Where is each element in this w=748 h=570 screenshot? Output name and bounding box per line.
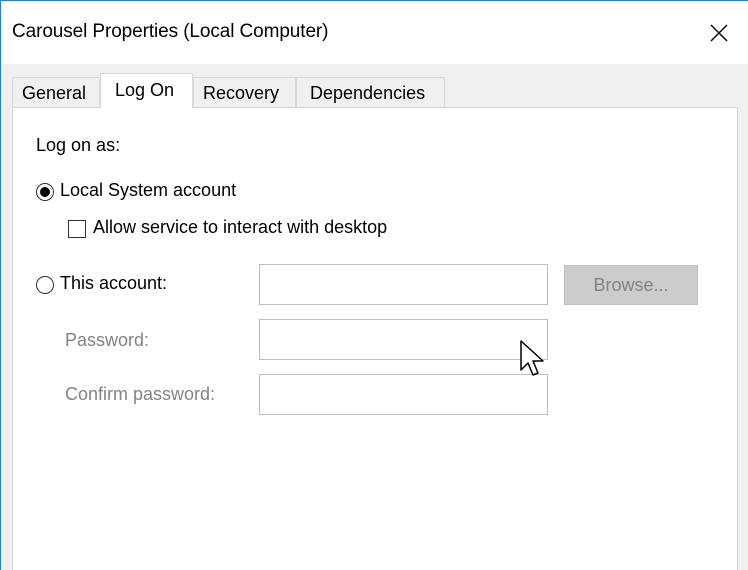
radio-selected-dot	[40, 187, 50, 197]
password-input[interactable]	[259, 319, 548, 360]
local-system-radio[interactable]	[36, 183, 54, 201]
tab-recovery-label: Recovery	[203, 83, 280, 103]
title-bar: Carousel Properties (Local Computer)	[1, 1, 748, 64]
local-system-label[interactable]: Local System account	[60, 180, 236, 201]
log-on-as-label: Log on as:	[36, 135, 121, 155]
tab-dependencies-label: Dependencies	[310, 83, 426, 103]
properties-dialog: Carousel Properties (Local Computer) Gen…	[0, 0, 748, 570]
tab-recovery[interactable]: Recovery	[193, 77, 296, 107]
tab-general[interactable]: General	[12, 77, 100, 107]
account-input[interactable]	[259, 264, 548, 305]
password-label: Password:	[65, 330, 150, 350]
close-icon	[710, 24, 728, 41]
tab-dependencies[interactable]: Dependencies	[296, 77, 445, 107]
this-account-label[interactable]: This account:	[60, 273, 167, 294]
this-account-radio[interactable]	[36, 276, 54, 294]
tab-log-on[interactable]: Log On	[100, 73, 193, 108]
confirm-password-label: Confirm password:	[65, 384, 216, 404]
mouse-pointer-icon	[520, 340, 544, 376]
tab-log-on-label: Log On	[115, 80, 175, 100]
browse-button[interactable]: Browse...	[564, 265, 698, 305]
close-button[interactable]	[690, 1, 748, 64]
interact-desktop-checkbox[interactable]	[68, 220, 86, 238]
window-title: Carousel Properties (Local Computer)	[12, 21, 329, 42]
confirm-password-input[interactable]	[259, 374, 548, 415]
interact-desktop-label[interactable]: Allow service to interact with desktop	[93, 217, 387, 238]
tab-general-label: General	[22, 83, 87, 103]
